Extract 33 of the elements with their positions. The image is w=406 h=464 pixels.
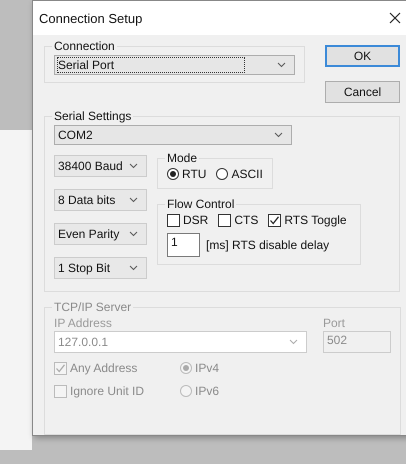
close-icon[interactable] [389, 12, 401, 24]
group-label: TCP/IP Server [53, 300, 132, 314]
chevron-down-icon [277, 62, 286, 68]
group-label: Flow Control [166, 197, 236, 211]
checkmark-icon [269, 214, 280, 226]
group-label: Mode [166, 151, 198, 165]
chevron-down-icon [129, 197, 138, 203]
checkbox-option[interactable]: CTS [218, 213, 258, 227]
chevron-down-icon [129, 163, 138, 169]
ip-address-label: IP Address [54, 316, 113, 330]
checkbox-option[interactable]: DSR [167, 213, 208, 227]
chevron-down-icon [274, 132, 283, 138]
chevron-down-icon [289, 339, 298, 345]
delay-label: [ms] RTS disable delay [206, 238, 330, 252]
connection-dropdown[interactable]: Serial Port [54, 55, 295, 75]
chevron-down-icon [129, 231, 138, 237]
ok-button[interactable]: OK [325, 45, 400, 67]
setting-dropdown[interactable]: 8 Data bits [54, 189, 147, 211]
group-label: Connection [53, 39, 116, 53]
window-title: Connection Setup [39, 10, 142, 26]
checkmark-icon [55, 362, 66, 374]
setting-dropdown[interactable]: Even Parity [54, 223, 147, 245]
delay-input[interactable]: 1 [167, 233, 200, 257]
checkbox-option[interactable]: RTS Toggle [268, 213, 347, 227]
port-dropdown[interactable]: COM2 [54, 125, 292, 145]
cancel-button[interactable]: Cancel [325, 81, 400, 103]
chevron-down-icon [129, 265, 138, 271]
port-label: Port [323, 316, 346, 330]
setting-dropdown[interactable]: 38400 Baud [54, 155, 147, 177]
radio-option[interactable]: ASCII [216, 167, 263, 181]
radio-option[interactable]: RTU [167, 167, 206, 181]
setting-dropdown[interactable]: 1 Stop Bit [54, 257, 147, 279]
group-label: Serial Settings [53, 109, 132, 123]
